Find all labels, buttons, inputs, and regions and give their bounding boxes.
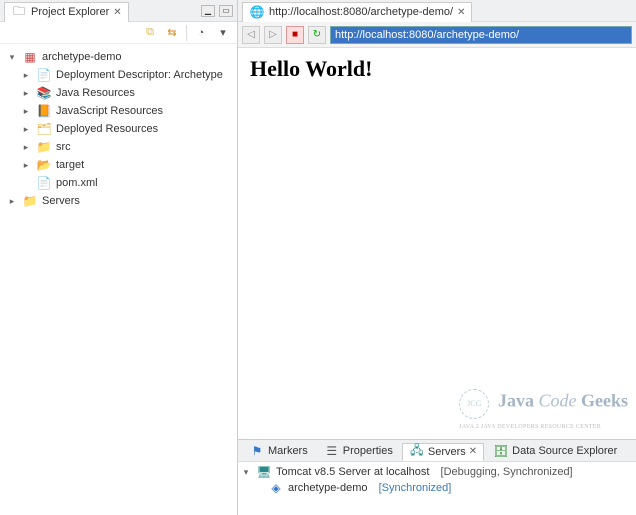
node-label: Java Resources xyxy=(56,87,135,99)
separator xyxy=(186,25,187,41)
tab-servers[interactable]: 🖧 Servers ✕ xyxy=(402,443,484,461)
project-tree: ▾ ▦ archetype-demo ▸ 📄 Deployment Descri… xyxy=(0,44,237,515)
data-source-icon: 🗄 xyxy=(493,443,509,459)
expand-toggle-icon[interactable]: ▾ xyxy=(240,466,252,478)
btab-label: Properties xyxy=(343,445,393,457)
deployed-icon: 🗂 xyxy=(36,121,52,137)
node-label: target xyxy=(56,159,84,171)
folder-icon: 📁 xyxy=(36,139,52,155)
maximize-icon[interactable]: ▭ xyxy=(219,5,233,17)
expand-toggle-icon[interactable]: ▸ xyxy=(6,195,18,207)
properties-icon: ☰ xyxy=(324,443,340,459)
watermark-word: Code xyxy=(539,391,577,411)
browser-toolbar: ◁ ▷ ■ ↻ xyxy=(238,22,636,48)
node-label: pom.xml xyxy=(56,177,98,189)
expand-toggle-icon[interactable]: ▸ xyxy=(20,105,32,117)
tab-markers[interactable]: ⚑ Markers xyxy=(242,442,315,460)
tree-node-dd[interactable]: ▸ 📄 Deployment Descriptor: Archetype xyxy=(2,66,235,84)
focus-icon[interactable]: ◔ xyxy=(193,25,209,41)
node-label: Servers xyxy=(42,195,80,207)
node-label: JavaScript Resources xyxy=(56,105,163,117)
tree-node-target[interactable]: ▸ 📂 target xyxy=(2,156,235,174)
project-explorer-view: 🗀 Project Explorer ✕ ▁ ▭ ⧉ ⇆ ◔ ▾ ▾ ▦ arc… xyxy=(0,0,238,515)
folder-icon: 📁 xyxy=(22,193,38,209)
explorer-toolbar: ⧉ ⇆ ◔ ▾ xyxy=(0,22,237,44)
tab-label: Project Explorer xyxy=(31,6,109,18)
tab-properties[interactable]: ☰ Properties xyxy=(317,442,400,460)
watermark: JCG Java Code Geeks JAVA 2 JAVA DEVELOPE… xyxy=(459,389,628,431)
tree-node-js[interactable]: ▸ 📙 JavaScript Resources xyxy=(2,102,235,120)
module-status: [Synchronized] xyxy=(379,482,452,494)
editor-tab-bar: 🌐 http://localhost:8080/archetype-demo/ … xyxy=(238,0,636,22)
project-explorer-icon: 🗀 xyxy=(11,4,27,20)
node-label: Deployed Resources xyxy=(56,123,158,135)
view-menu-icon[interactable]: ▾ xyxy=(215,25,231,41)
close-icon[interactable]: ✕ xyxy=(469,446,477,457)
btab-label: Servers xyxy=(428,446,466,458)
close-icon[interactable]: ✕ xyxy=(113,7,121,18)
node-label: Deployment Descriptor: Archetype xyxy=(56,69,223,81)
bottom-panel: ⚑ Markers ☰ Properties 🖧 Servers ✕ 🗄 Dat… xyxy=(238,439,636,515)
tab-project-explorer[interactable]: 🗀 Project Explorer ✕ xyxy=(4,2,129,22)
tree-node-project[interactable]: ▾ ▦ archetype-demo xyxy=(2,48,235,66)
close-icon[interactable]: ✕ xyxy=(457,7,465,18)
server-icon: 🖥 xyxy=(256,464,272,480)
editor-area: 🌐 http://localhost:8080/archetype-demo/ … xyxy=(238,0,636,515)
module-name: archetype-demo xyxy=(288,482,368,494)
expand-toggle-icon[interactable]: ▸ xyxy=(20,141,32,153)
js-resources-icon: 📙 xyxy=(36,103,52,119)
link-with-editor-icon[interactable]: ⇆ xyxy=(164,25,180,41)
btab-label: Data Source Explorer xyxy=(512,445,617,457)
watermark-word: Java xyxy=(498,391,534,411)
folder-icon: 📂 xyxy=(36,157,52,173)
tab-browser[interactable]: 🌐 http://localhost:8080/archetype-demo/ … xyxy=(242,2,472,22)
module-icon: ◈ xyxy=(268,480,284,496)
collapse-all-icon[interactable]: ⧉ xyxy=(142,25,158,41)
descriptor-icon: 📄 xyxy=(36,67,52,83)
bottom-tab-bar: ⚑ Markers ☰ Properties 🖧 Servers ✕ 🗄 Dat… xyxy=(238,440,636,462)
server-status: [Debugging, Synchronized] xyxy=(441,466,573,478)
watermark-subtitle: JAVA 2 JAVA DEVELOPERS RESOURCE CENTER xyxy=(459,424,601,430)
explorer-tab-bar: 🗀 Project Explorer ✕ ▁ ▭ xyxy=(0,0,237,22)
tree-node-servers[interactable]: ▸ 📁 Servers xyxy=(2,192,235,210)
watermark-word: Geeks xyxy=(581,391,628,411)
server-module-node[interactable]: ◈ archetype-demo [Synchronized] xyxy=(240,480,634,496)
stop-button[interactable]: ■ xyxy=(286,26,304,44)
node-label: archetype-demo xyxy=(42,51,122,63)
tree-node-src[interactable]: ▸ 📁 src xyxy=(2,138,235,156)
watermark-logo-icon: JCG xyxy=(459,389,489,419)
browser-viewport: Hello World! JCG Java Code Geeks JAVA 2 … xyxy=(238,48,636,439)
servers-icon: 🖧 xyxy=(409,444,425,460)
expand-toggle-icon[interactable]: ▸ xyxy=(20,123,32,135)
back-button[interactable]: ◁ xyxy=(242,26,260,44)
tree-node-java[interactable]: ▸ 📚 Java Resources xyxy=(2,84,235,102)
java-resources-icon: 📚 xyxy=(36,85,52,101)
globe-icon: 🌐 xyxy=(249,4,265,20)
expand-toggle-icon[interactable]: ▸ xyxy=(20,87,32,99)
server-name: Tomcat v8.5 Server at localhost xyxy=(276,466,429,478)
web-project-icon: ▦ xyxy=(22,49,38,65)
url-input[interactable] xyxy=(330,26,632,44)
minimize-icon[interactable]: ▁ xyxy=(201,5,215,17)
btab-label: Markers xyxy=(268,445,308,457)
expand-toggle-icon[interactable]: ▾ xyxy=(6,51,18,63)
tab-label: http://localhost:8080/archetype-demo/ xyxy=(269,6,453,18)
server-node[interactable]: ▾ 🖥 Tomcat v8.5 Server at localhost [Deb… xyxy=(240,464,634,480)
page-heading: Hello World! xyxy=(250,56,624,82)
markers-icon: ⚑ xyxy=(249,443,265,459)
node-label: src xyxy=(56,141,71,153)
xml-file-icon: 📄 xyxy=(36,175,52,191)
refresh-button[interactable]: ↻ xyxy=(308,26,326,44)
tree-node-pom[interactable]: ▸ 📄 pom.xml xyxy=(2,174,235,192)
expand-toggle-icon[interactable]: ▸ xyxy=(20,159,32,171)
tab-data-source-explorer[interactable]: 🗄 Data Source Explorer xyxy=(486,442,624,460)
servers-view: ▾ 🖥 Tomcat v8.5 Server at localhost [Deb… xyxy=(238,462,636,515)
forward-button[interactable]: ▷ xyxy=(264,26,282,44)
tree-node-deployed[interactable]: ▸ 🗂 Deployed Resources xyxy=(2,120,235,138)
expand-toggle-icon[interactable]: ▸ xyxy=(20,69,32,81)
